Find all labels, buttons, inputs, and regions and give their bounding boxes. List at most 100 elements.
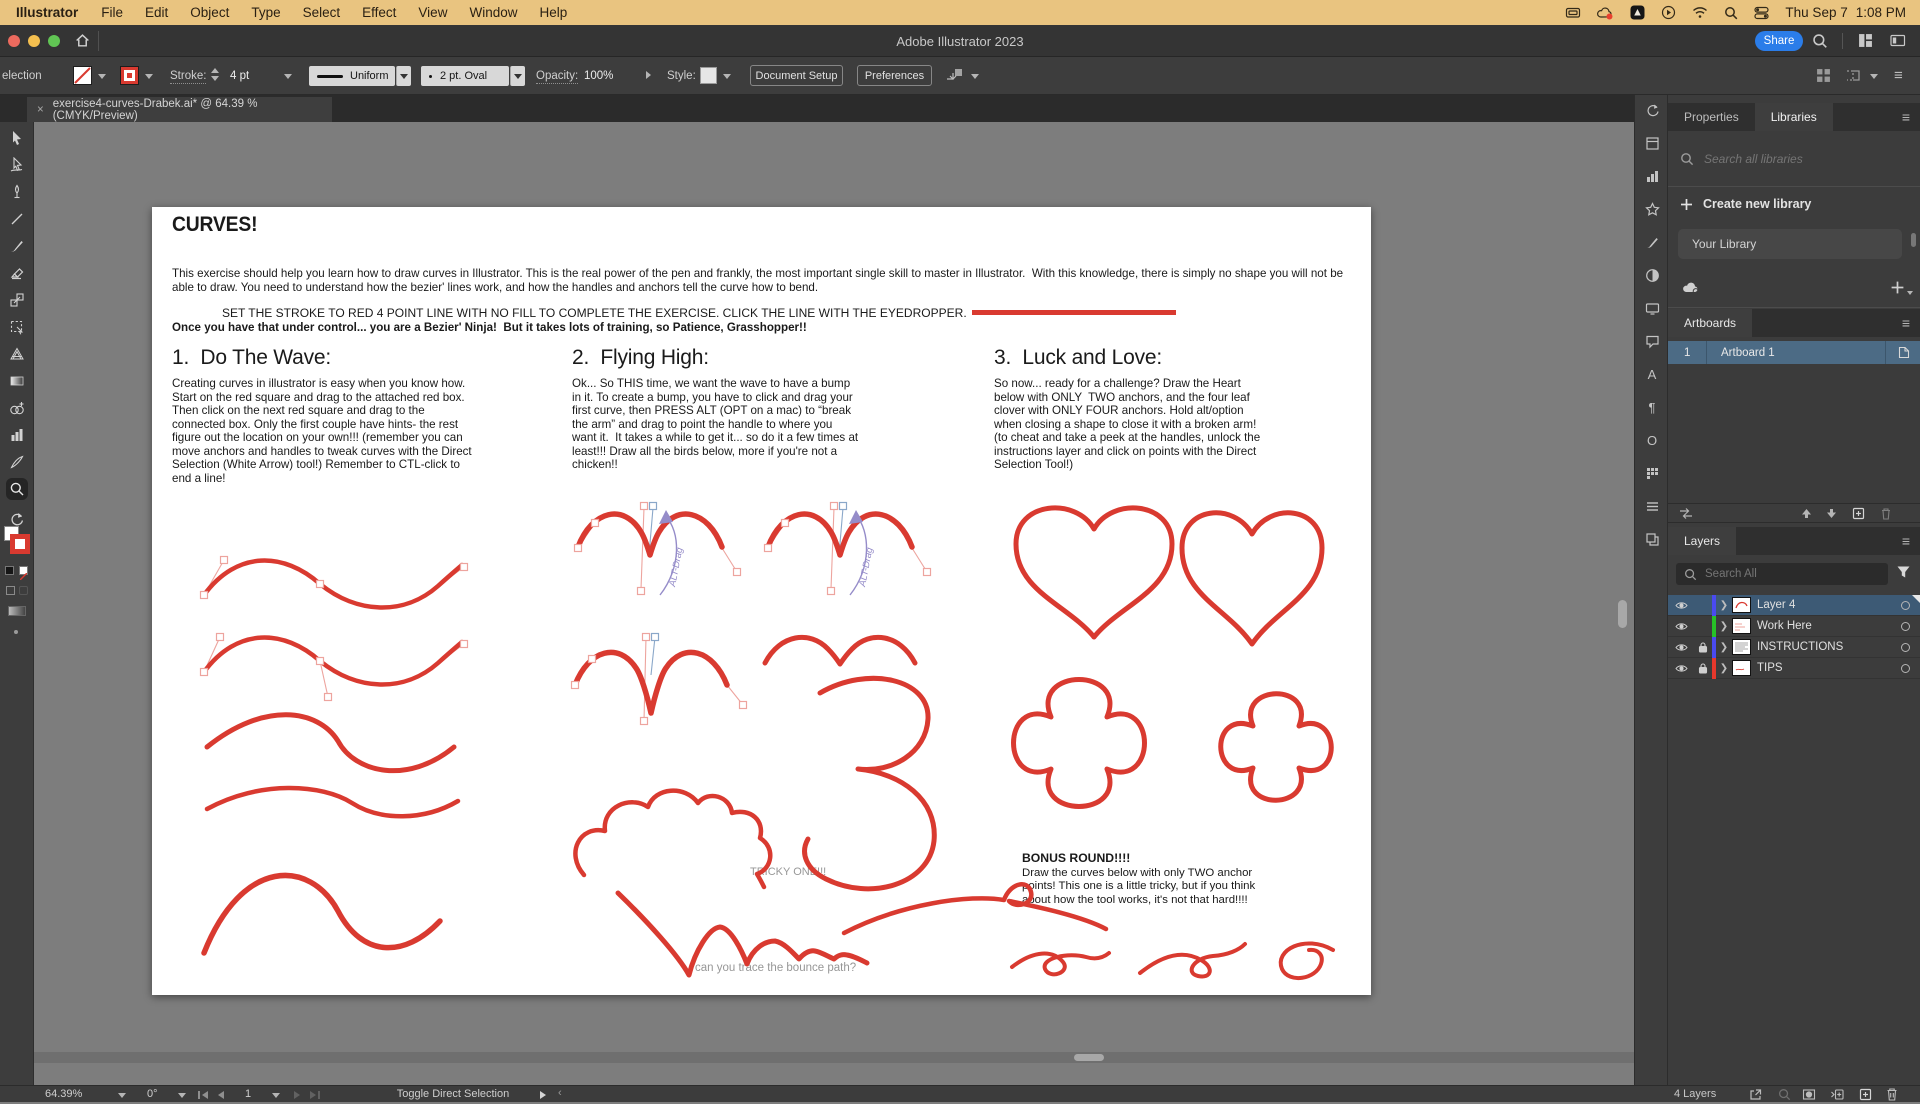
knife-tool[interactable]	[9, 454, 25, 470]
layer-thumbnail[interactable]	[1732, 639, 1751, 655]
stroke-weight-dropdown-icon[interactable]	[284, 74, 292, 79]
search-icon[interactable]	[1812, 33, 1828, 54]
expand-chevron-icon[interactable]: ❯	[1716, 642, 1732, 653]
panel-icon-character[interactable]: A	[1643, 365, 1661, 383]
artboard-name[interactable]: Artboard 1	[1707, 347, 1885, 359]
last-artboard-icon[interactable]	[310, 1091, 320, 1099]
add-to-library-icon[interactable]	[1890, 280, 1905, 300]
draw-normal-mode-button[interactable]	[6, 586, 15, 595]
snap-options-icon[interactable]	[1845, 68, 1863, 86]
cloud-sync-icon[interactable]	[1682, 281, 1700, 300]
align-icon[interactable]	[945, 67, 965, 87]
status-play-icon[interactable]	[540, 1091, 546, 1099]
spotlight-search-icon[interactable]	[1724, 6, 1738, 20]
perspective-grid-tool[interactable]	[9, 346, 25, 362]
menu-illustrator[interactable]: Illustrator	[0, 5, 90, 20]
layer-thumbnail[interactable]	[1732, 597, 1751, 613]
zoom-level[interactable]: 64.39%	[45, 1088, 82, 1100]
menu-object[interactable]: Object	[179, 5, 240, 20]
menu-effect[interactable]: Effect	[351, 5, 407, 20]
visibility-eye-icon[interactable]	[1668, 643, 1694, 652]
free-transform-tool[interactable]	[9, 319, 25, 335]
panel-icon-artboard[interactable]	[1643, 134, 1661, 152]
panel-icon-layers[interactable]	[1643, 530, 1661, 548]
status-hint[interactable]: Toggle Direct Selection	[373, 1088, 533, 1100]
workspace-switcher-icon[interactable]	[1858, 33, 1873, 53]
menu-file[interactable]: File	[90, 5, 134, 20]
default-color-swatch[interactable]	[5, 566, 14, 575]
layer-row-tips[interactable]: ❯ TIPS	[1668, 657, 1920, 679]
profile-dropdown-icon[interactable]	[396, 66, 411, 86]
pen-tool[interactable]	[9, 184, 25, 200]
stroke-weight-value[interactable]: 4 pt	[230, 70, 249, 82]
layer-thumbnail[interactable]	[1732, 618, 1751, 634]
layer-name[interactable]: TIPS	[1757, 662, 1783, 674]
artboard-nav-dropdown-icon[interactable]	[272, 1093, 280, 1098]
layer-name[interactable]: INSTRUCTIONS	[1757, 641, 1843, 653]
document-setup-button[interactable]: Document Setup	[750, 65, 843, 86]
opacity-value[interactable]: 100%	[584, 70, 613, 82]
brush-definition-select[interactable]: 2 pt. Oval	[421, 66, 509, 86]
zoom-tool[interactable]	[6, 478, 28, 500]
stroke-swatch[interactable]	[120, 66, 139, 85]
rotate-view-tool[interactable]	[9, 511, 25, 527]
new-artboard-icon[interactable]	[1852, 507, 1865, 525]
document-canvas[interactable]: CURVES! This exercise should help you le…	[34, 122, 1634, 1085]
creative-cloud-icon[interactable]	[1597, 6, 1614, 20]
artboard-row[interactable]: 1 Artboard 1	[1668, 341, 1920, 364]
previous-artboard-icon[interactable]	[218, 1091, 224, 1099]
tab-libraries[interactable]: Libraries	[1754, 103, 1833, 131]
toolbar-edit-dot[interactable]	[14, 630, 18, 634]
expand-chevron-icon[interactable]: ❯	[1716, 663, 1732, 674]
layer-row-work-here[interactable]: ❯ Work Here	[1668, 615, 1920, 637]
draw-behind-mode-button[interactable]	[19, 586, 28, 595]
panel-icon-color[interactable]	[1643, 266, 1661, 284]
gradient-tool[interactable]	[9, 373, 25, 389]
share-button[interactable]: Share	[1755, 31, 1803, 51]
layers-search[interactable]	[1676, 563, 1888, 585]
next-artboard-icon[interactable]	[294, 1091, 300, 1099]
add-dropdown-icon[interactable]	[1907, 291, 1913, 295]
brush-dropdown-icon[interactable]	[510, 66, 525, 86]
style-swatch[interactable]	[700, 67, 717, 84]
display-mirroring-icon[interactable]	[1565, 6, 1581, 20]
visibility-eye-icon[interactable]	[1668, 601, 1694, 610]
panel-icon-rotate-view[interactable]	[1643, 101, 1661, 119]
line-segment-tool[interactable]	[9, 211, 25, 227]
layer-name[interactable]: Layer 4	[1757, 599, 1795, 611]
layer-target-circle[interactable]	[1901, 621, 1910, 631]
libraries-search[interactable]	[1680, 152, 1890, 166]
snap-dropdown-icon[interactable]	[1870, 74, 1878, 79]
opacity-label[interactable]: Opacity:	[536, 70, 579, 84]
screen-mode-button[interactable]	[8, 606, 26, 616]
lock-icon[interactable]	[1694, 641, 1712, 653]
menu-type[interactable]: Type	[240, 5, 291, 20]
document-tab[interactable]: × exercise4-curves-Drabek.ai* @ 64.39 % …	[27, 97, 332, 122]
delete-artboard-icon[interactable]	[1880, 507, 1892, 525]
stroke-swatch-dropdown-icon[interactable]	[145, 74, 153, 79]
exercise-artwork[interactable]: ALT-Drag ALT-Drag	[152, 207, 1371, 995]
tab-layers[interactable]: Layers	[1668, 527, 1737, 555]
status-collapse-icon[interactable]: ‹	[558, 1087, 562, 1099]
paintbrush-tool[interactable]	[9, 238, 25, 254]
panel-icon-paragraph[interactable]: ¶	[1643, 398, 1661, 416]
libraries-menu-icon[interactable]: ≡	[1902, 103, 1920, 131]
layer-row-instructions[interactable]: ❯ INSTRUCTIONS	[1668, 636, 1920, 658]
panel-icon-appearance[interactable]	[1643, 497, 1661, 515]
panel-icon-chart[interactable]	[1643, 167, 1661, 185]
move-up-icon[interactable]	[1800, 507, 1813, 525]
column-graph-tool[interactable]	[9, 427, 25, 443]
direct-selection-tool[interactable]	[9, 157, 25, 173]
move-down-icon[interactable]	[1825, 507, 1838, 525]
fill-dropdown-icon[interactable]	[98, 74, 106, 79]
lock-icon[interactable]	[1694, 662, 1712, 674]
close-tab-icon[interactable]: ×	[37, 104, 44, 116]
layer-name[interactable]: Work Here	[1757, 620, 1812, 632]
menu-help[interactable]: Help	[528, 5, 578, 20]
zoom-dropdown-icon[interactable]	[118, 1093, 126, 1098]
menu-bar-clock[interactable]: Thu Sep 7 1:08 PM	[1785, 5, 1906, 20]
fill-swatch[interactable]	[73, 66, 92, 85]
panel-icon-transform[interactable]	[1643, 464, 1661, 482]
your-library-item[interactable]: Your Library	[1678, 229, 1902, 259]
touch-workspace-icon[interactable]	[1816, 68, 1831, 86]
